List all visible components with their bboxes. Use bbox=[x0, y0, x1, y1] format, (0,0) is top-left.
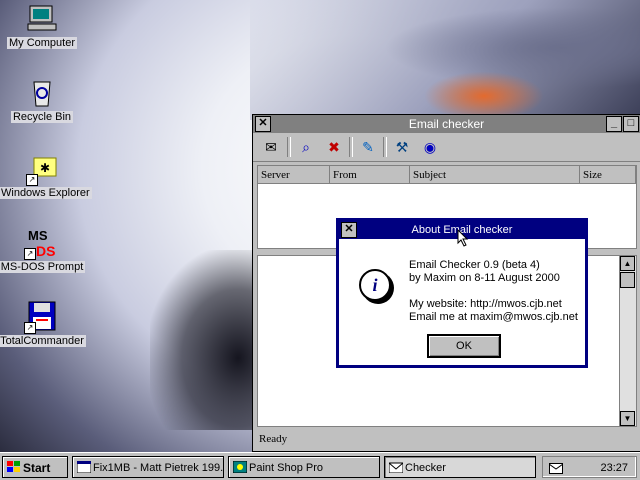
delete-mail-icon[interactable]: ✖ bbox=[323, 137, 345, 157]
windows-logo-icon bbox=[7, 461, 20, 472]
vertical-scrollbar[interactable]: ▲ ▼ bbox=[619, 256, 636, 426]
maximize-button[interactable]: □ bbox=[623, 116, 639, 132]
desktop-icon-label: Recycle Bin bbox=[10, 111, 74, 123]
shortcut-arrow-icon: ↗ bbox=[24, 322, 36, 334]
scroll-down-arrow-icon[interactable]: ▼ bbox=[620, 411, 635, 426]
window-title: Email checker bbox=[408, 117, 485, 131]
envelope-icon[interactable]: ✉ bbox=[260, 137, 282, 157]
column-header-size[interactable]: Size bbox=[580, 166, 636, 184]
scroll-up-arrow-icon[interactable]: ▲ bbox=[620, 256, 635, 271]
ok-button[interactable]: OK bbox=[427, 334, 501, 358]
desktop-icon-windows-explorer[interactable]: ✱ ↗ Windows Explorer bbox=[0, 152, 92, 199]
clock[interactable]: 23:27 bbox=[600, 457, 628, 479]
desktop-icon-label: My Computer bbox=[6, 37, 78, 49]
taskbar: Start Fix1MB - Matt Pietrek 199... Paint… bbox=[0, 452, 640, 480]
dialog-close-button[interactable]: ✕ bbox=[341, 222, 357, 238]
svg-text:✱: ✱ bbox=[40, 161, 50, 175]
taskbar-item-paint-shop-pro[interactable]: Paint Shop Pro bbox=[228, 456, 380, 478]
explorer-icon: ✱ ↗ bbox=[26, 152, 60, 186]
svg-text:MS: MS bbox=[28, 228, 48, 243]
desktop-icon-my-computer[interactable]: My Computer bbox=[0, 2, 87, 49]
toolbar-separator bbox=[383, 137, 387, 157]
toolbar: ✉ ⌕ ✖ ✎ ⚒ ◉ bbox=[253, 133, 640, 162]
version-text: Email Checker 0.9 (beta 4) bbox=[409, 259, 540, 271]
help-icon[interactable]: ◉ bbox=[419, 137, 441, 157]
start-button[interactable]: Start bbox=[2, 456, 68, 478]
shortcut-arrow-icon: ↗ bbox=[24, 248, 36, 260]
status-bar: Ready bbox=[259, 433, 288, 445]
toolbar-separator bbox=[349, 137, 353, 157]
taskbar-item-label: Fix1MB - Matt Pietrek 199... bbox=[93, 462, 224, 474]
wallpaper-shadow bbox=[150, 250, 260, 430]
tools-icon[interactable]: ⚒ bbox=[391, 137, 413, 157]
desktop-icon-recycle-bin[interactable]: Recycle Bin bbox=[0, 76, 87, 123]
system-tray: 23:27 bbox=[542, 456, 637, 478]
desktop-icon-totalcommander[interactable]: ↗ TotalCommander bbox=[0, 300, 87, 347]
about-dialog: ✕ About Email checker i Email Checker 0.… bbox=[336, 218, 588, 368]
dialog-titlebar[interactable]: ✕ About Email checker bbox=[339, 221, 585, 247]
desktop-icon-label: TotalCommander bbox=[0, 335, 86, 347]
taskbar-item-label: Checker bbox=[405, 462, 446, 474]
column-header-from[interactable]: From bbox=[330, 166, 410, 184]
author-text: by Maxim on 8-11 August 2000 bbox=[409, 272, 560, 284]
window-app-icon bbox=[77, 461, 91, 473]
find-icon[interactable]: ⌕ bbox=[295, 137, 317, 157]
computer-icon bbox=[26, 2, 58, 34]
column-header-server[interactable]: Server bbox=[258, 166, 330, 184]
column-header-subject[interactable]: Subject bbox=[410, 166, 580, 184]
minimize-button[interactable]: _ bbox=[606, 116, 622, 132]
pencil-icon[interactable]: ✎ bbox=[357, 137, 379, 157]
mouse-cursor-icon bbox=[457, 229, 469, 247]
email-text: Email me at maxim@mwos.cjb.net bbox=[409, 311, 578, 323]
desktop-icon-msdos-prompt[interactable]: MS DS ↗ MS-DOS Prompt bbox=[0, 226, 87, 273]
tray-email-icon[interactable] bbox=[549, 461, 563, 474]
msdos-icon: MS DS ↗ bbox=[24, 226, 58, 260]
recycle-bin-icon bbox=[26, 76, 58, 108]
wallpaper-art bbox=[250, 0, 640, 120]
toolbar-separator bbox=[287, 137, 291, 157]
svg-text:DS: DS bbox=[36, 243, 55, 258]
info-icon: i bbox=[359, 269, 391, 301]
website-text: My website: http://mwos.cjb.net bbox=[409, 298, 562, 310]
scroll-thumb[interactable] bbox=[620, 272, 635, 288]
shortcut-arrow-icon: ↗ bbox=[26, 174, 38, 186]
taskbar-item-label: Paint Shop Pro bbox=[249, 462, 323, 474]
email-checker-app-icon bbox=[389, 462, 403, 473]
start-label: Start bbox=[23, 461, 51, 475]
floppy-icon: ↗ bbox=[24, 300, 58, 334]
desktop-icon-label: Windows Explorer bbox=[0, 187, 92, 199]
taskbar-item-checker[interactable]: Checker bbox=[384, 456, 536, 478]
close-button[interactable]: ✕ bbox=[255, 116, 271, 132]
paint-shop-pro-icon bbox=[233, 461, 247, 473]
taskbar-item-fix1mb[interactable]: Fix1MB - Matt Pietrek 199... bbox=[72, 456, 224, 478]
desktop-icon-label: MS-DOS Prompt bbox=[0, 261, 86, 273]
window-titlebar[interactable]: ✕ Email checker _ □ bbox=[253, 115, 640, 133]
